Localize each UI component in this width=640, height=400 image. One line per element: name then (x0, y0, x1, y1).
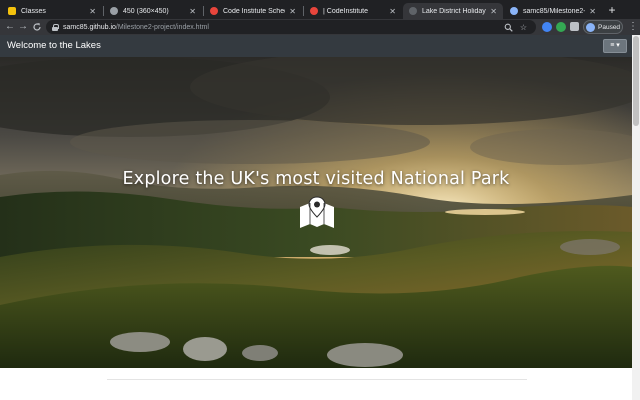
forward-arrow-icon[interactable]: → (17, 21, 29, 33)
close-tab-icon[interactable]: ✕ (589, 7, 596, 16)
navbar-toggler-button[interactable]: ≡ ▾ (603, 39, 627, 53)
tab-title: Lake District Holidays (422, 7, 487, 15)
tab-title: | CodeInstitute (323, 7, 369, 15)
tab-title: samc85/Milestone2-project (523, 7, 586, 15)
close-tab-icon[interactable]: ✕ (89, 7, 96, 16)
map-pin-icon (298, 195, 336, 229)
globe-favicon-icon (409, 7, 417, 15)
close-tab-icon[interactable]: ✕ (389, 7, 396, 16)
browser-menu-icon[interactable]: ⋮ (628, 21, 638, 33)
tab-codeinstitute[interactable]: | CodeInstitute ✕ (304, 3, 402, 19)
lock-icon (52, 23, 59, 31)
close-tab-icon[interactable]: ✕ (189, 7, 196, 16)
extension-icon[interactable] (556, 22, 566, 32)
url-path: /Milestone2-project/index.html (115, 23, 209, 31)
profile-status: Paused (598, 23, 621, 31)
reload-icon[interactable] (31, 21, 43, 33)
star-icon[interactable]: ☆ (519, 23, 528, 32)
tab-title: Code Institute Schedule Ge (223, 7, 285, 15)
tab-title: 450 (360×450) (123, 7, 169, 15)
github-favicon-icon (510, 7, 518, 15)
puzzle-extensions-icon[interactable] (570, 22, 579, 31)
tab-lake-district-holidays[interactable]: Lake District Holidays ✕ (403, 3, 503, 19)
address-bar[interactable]: samc85.github.io/Milestone2-project/inde… (46, 20, 536, 34)
navbar-brand[interactable]: Welcome to the Lakes (7, 40, 101, 51)
extension-icon[interactable] (542, 22, 552, 32)
avatar (586, 22, 595, 32)
tab-title: Classes (21, 7, 46, 15)
back-arrow-icon[interactable]: ← (4, 21, 16, 33)
image-favicon-icon (110, 7, 118, 15)
classes-favicon-icon (8, 7, 16, 15)
profile-button[interactable]: Paused (583, 20, 623, 34)
search-icon[interactable] (504, 23, 513, 32)
content-section (0, 368, 632, 400)
close-tab-icon[interactable]: ✕ (490, 7, 497, 16)
tab-github-repo[interactable]: samc85/Milestone2-project ✕ (504, 3, 602, 19)
code-institute-favicon-icon (310, 7, 318, 15)
tab-image-450[interactable]: 450 (360×450) ✕ (104, 3, 202, 19)
new-tab-button[interactable]: + (605, 3, 619, 17)
divider (107, 379, 527, 380)
close-tab-icon[interactable]: ✕ (289, 7, 296, 16)
code-institute-favicon-icon (210, 7, 218, 15)
hero-title: Explore the UK's most visited National P… (122, 169, 510, 189)
browser-tab-strip: Classes ✕ 450 (360×450) ✕ Code Institute… (0, 0, 640, 19)
tab-code-institute-schedule[interactable]: Code Institute Schedule Ge ✕ (204, 3, 302, 19)
url-host: samc85.github.io (63, 23, 116, 31)
hero-section: Explore the UK's most visited National P… (0, 57, 632, 368)
tab-classes[interactable]: Classes ✕ (2, 3, 102, 19)
browser-toolbar: ← → samc85.github.io/Milestone2-project/… (0, 19, 640, 35)
scrollbar-thumb[interactable] (633, 36, 639, 126)
site-navbar: Welcome to the Lakes ≡ ▾ (0, 35, 632, 57)
